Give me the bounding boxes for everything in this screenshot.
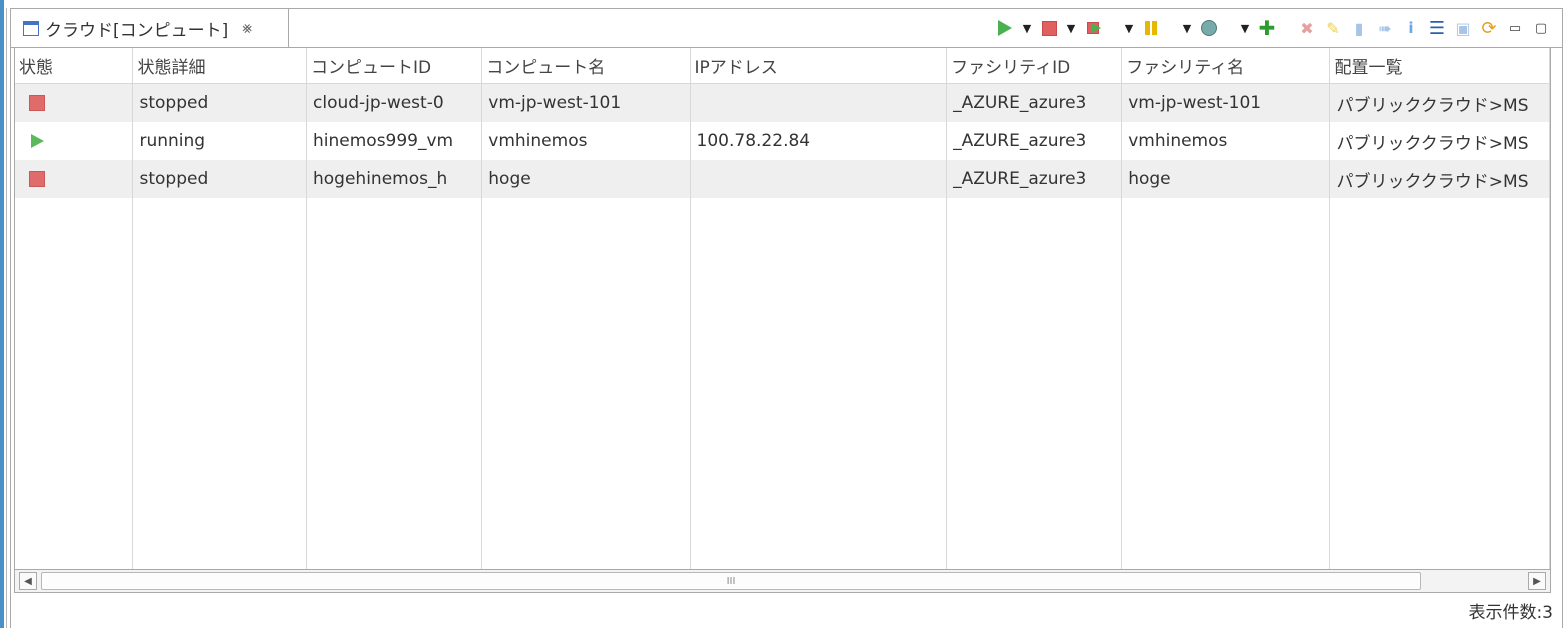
status-cell	[15, 122, 134, 160]
placement-cell: パブリッククラウド>MS	[1329, 83, 1550, 122]
scroll-right-icon[interactable]: ▶	[1528, 572, 1546, 590]
start-dropdown-icon[interactable]: ▼	[1018, 15, 1036, 41]
assign-icon[interactable]: ▣	[1450, 15, 1476, 41]
pause-dropdown-icon[interactable]: ▼	[1120, 15, 1138, 41]
left-edge-divider	[6, 8, 7, 628]
status-detail-cell: stopped	[132, 83, 307, 122]
snapshot-dropdown-icon[interactable]: ▼	[1178, 15, 1196, 41]
col-compute-id[interactable]: コンピュートID	[306, 48, 483, 84]
snapshot-icon[interactable]	[1196, 15, 1222, 41]
stopped-icon	[29, 95, 45, 111]
left-edge-accent	[0, 0, 4, 628]
scrollbar-grip: III	[726, 575, 736, 587]
stopped-icon	[29, 171, 45, 187]
col-compute-name[interactable]: コンピュート名	[481, 48, 691, 84]
status-detail-cell: stopped	[132, 160, 307, 198]
compute-table: 状態 状態詳細 コンピュートID コンピュート名 IPアドレス ファシリティID…	[14, 47, 1551, 577]
table-row[interactable]: running hinemos999_vm vmhinemos 100.78.2…	[15, 122, 1550, 160]
maximize-icon[interactable]: ▢	[1528, 15, 1554, 41]
compute-name-cell: vmhinemos	[481, 122, 691, 160]
col-ip-address[interactable]: IPアドレス	[690, 48, 948, 84]
status-cell	[15, 160, 134, 198]
close-icon[interactable]: ⨳	[242, 18, 252, 38]
compute-id-cell: cloud-jp-west-0	[306, 83, 483, 122]
stop-dropdown-icon[interactable]: ▼	[1062, 15, 1080, 41]
minimize-icon[interactable]: ▭	[1502, 15, 1528, 41]
ip-cell: 100.78.22.84	[690, 122, 948, 160]
view-toolbar: ▼ ▼ ▼ ▼ ▼ ✚ ✖ ✎ ▮ ➠ i ☰ ▣ ⟳ ▭ ▢	[992, 15, 1554, 41]
col-status-detail[interactable]: 状態詳細	[132, 48, 307, 84]
refresh-icon[interactable]: ⟳	[1476, 15, 1502, 41]
facility-name-cell: vmhinemos	[1121, 122, 1331, 160]
scrollbar-thumb[interactable]: III	[41, 572, 1421, 590]
facility-id-cell: _AZURE_azure3	[946, 160, 1123, 198]
tab-strip: クラウド[コンピュート] ⨳ ▼ ▼ ▼ ▼ ▼ ✚ ✖ ✎ ▮ ➠ i ☰ ▣	[11, 9, 1562, 48]
compute-id-cell: hogehinemos_h	[306, 160, 483, 198]
info-icon[interactable]: i	[1398, 15, 1424, 41]
ip-cell	[690, 160, 948, 198]
table-row[interactable]: stopped cloud-jp-west-0 vm-jp-west-101 _…	[15, 83, 1550, 122]
col-facility-id[interactable]: ファシリティID	[946, 48, 1123, 84]
col-facility-name[interactable]: ファシリティ名	[1121, 48, 1331, 84]
placement-cell: パブリッククラウド>MS	[1329, 122, 1550, 160]
col-status[interactable]: 状態	[15, 48, 134, 84]
stop-run-icon[interactable]	[1080, 15, 1106, 41]
col-placement[interactable]: 配置一覧	[1329, 48, 1550, 84]
compute-name-cell: vm-jp-west-101	[481, 83, 691, 122]
status-cell	[15, 83, 134, 122]
window-icon	[23, 20, 39, 36]
tab-cloud-compute[interactable]: クラウド[コンピュート] ⨳	[11, 9, 289, 47]
add-dropdown-icon[interactable]: ▼	[1236, 15, 1254, 41]
delete-icon[interactable]: ✖	[1294, 15, 1320, 41]
stop-icon[interactable]	[1036, 15, 1062, 41]
facility-id-cell: _AZURE_azure3	[946, 83, 1123, 122]
attach-icon[interactable]: ▮	[1346, 15, 1372, 41]
status-detail-cell: running	[132, 122, 307, 160]
record-count: 表示件数:3	[1468, 603, 1553, 623]
compute-id-cell: hinemos999_vm	[306, 122, 483, 160]
table-row[interactable]: stopped hogehinemos_h hoge _AZURE_azure3…	[15, 160, 1550, 198]
empty-table-space	[15, 198, 1550, 573]
detach-icon[interactable]: ➠	[1372, 15, 1398, 41]
compute-name-cell: hoge	[481, 160, 691, 198]
horizontal-scrollbar[interactable]: ◀ III ▶	[14, 569, 1551, 593]
start-icon[interactable]	[992, 15, 1018, 41]
facility-name-cell: hoge	[1121, 160, 1331, 198]
add-icon[interactable]: ✚	[1254, 15, 1280, 41]
scroll-left-icon[interactable]: ◀	[19, 572, 37, 590]
ip-cell	[690, 83, 948, 122]
tab-title: クラウド[コンピュート]	[45, 20, 229, 41]
tree-icon[interactable]: ☰	[1424, 15, 1450, 41]
running-icon	[31, 134, 44, 148]
placement-cell: パブリッククラウド>MS	[1329, 160, 1550, 198]
facility-name-cell: vm-jp-west-101	[1121, 83, 1331, 122]
facility-id-cell: _AZURE_azure3	[946, 122, 1123, 160]
table-header: 状態 状態詳細 コンピュートID コンピュート名 IPアドレス ファシリティID…	[15, 48, 1550, 84]
pause-icon[interactable]	[1138, 15, 1164, 41]
edit-icon[interactable]: ✎	[1320, 15, 1346, 41]
